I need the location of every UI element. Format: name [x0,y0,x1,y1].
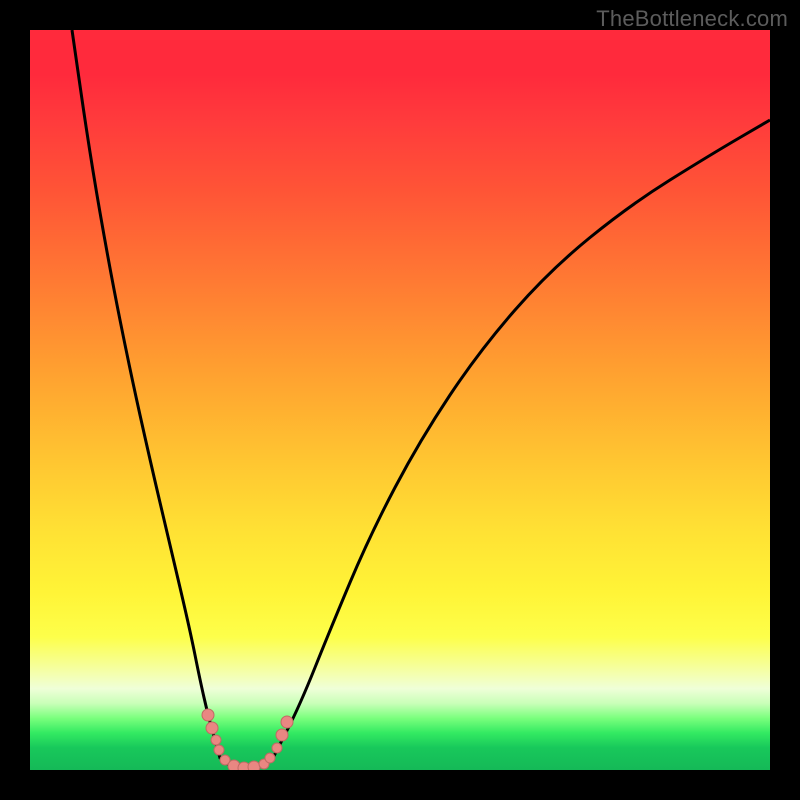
valley-marker [272,743,282,753]
watermark-text: TheBottleneck.com [596,6,788,32]
valley-marker [281,716,293,728]
valley-marker [206,722,218,734]
curve-layer [30,30,770,770]
bottleneck-curve [72,30,770,768]
valley-marker [214,745,224,755]
chart-frame: TheBottleneck.com [0,0,800,800]
valley-marker [248,761,260,770]
plot-area [30,30,770,770]
valley-marker [211,735,221,745]
valley-marker [265,753,275,763]
valley-marker [276,729,288,741]
valley-markers [202,709,293,770]
valley-marker [202,709,214,721]
